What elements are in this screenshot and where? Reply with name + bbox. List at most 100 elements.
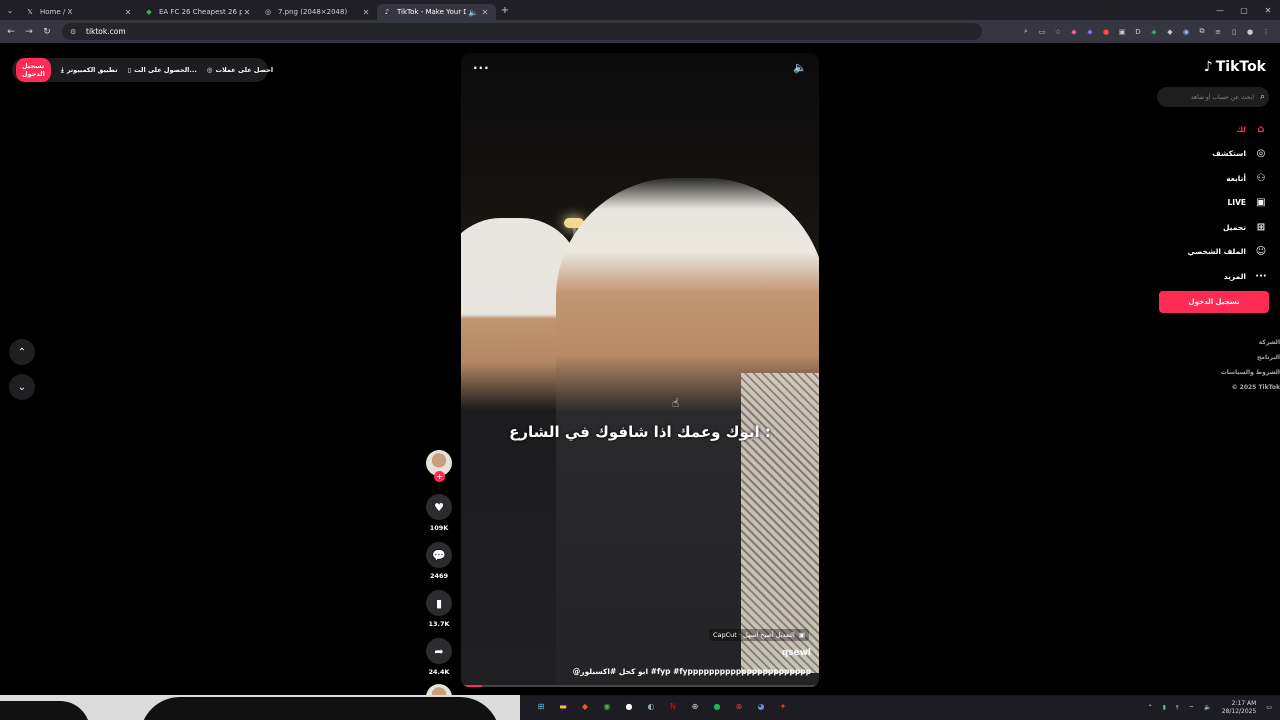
follow-plus-icon[interactable]: + [434, 471, 445, 482]
minimize-icon[interactable]: — [1208, 0, 1232, 20]
close-icon[interactable]: ✕ [242, 8, 252, 17]
tab-tiktok[interactable]: ♪ TikTok - Make Your Day 🔈 ✕ [377, 4, 496, 20]
extension-red-icon[interactable]: ● [1098, 24, 1114, 40]
tray-app-icon[interactable]: ▮ [1163, 704, 1166, 711]
media-icon[interactable]: ⊕ [687, 698, 703, 714]
heart-icon: ♥ [434, 500, 444, 514]
extension-shield-icon[interactable]: ◆ [1082, 24, 1098, 40]
close-window-icon[interactable]: ✕ [1256, 0, 1280, 20]
clock[interactable]: 2:17 AM 28/12/2025 [1222, 700, 1257, 716]
tray-chevron-icon[interactable]: ⌃ [1148, 704, 1153, 711]
tab-image[interactable]: ◎ 7.png (2048×2048) ✕ [258, 4, 377, 20]
sidebar-item-more[interactable]: المزيد ··· [1224, 264, 1268, 289]
footer-terms-link[interactable]: الشروط والسياسات [1221, 365, 1280, 380]
close-icon[interactable]: ✕ [123, 8, 133, 17]
like-button[interactable]: ♥ [426, 494, 452, 520]
tab-futbin[interactable]: ◆ EA FC 26 Cheapest 26 players | ✕ [139, 4, 258, 20]
window-controls: — ▢ ✕ [1208, 0, 1280, 20]
tiktok-logo[interactable]: ♪ TikTok [1204, 59, 1266, 75]
profile-avatar-icon[interactable]: ● [1242, 24, 1258, 40]
volume-tray-icon[interactable]: 🔈 [1204, 704, 1211, 711]
get-tv-app-link[interactable]: ▯ الحصول على الت... [128, 66, 197, 74]
save-count: 13.7K [428, 620, 450, 628]
sidebar-login-button[interactable]: تسجيل الدخول [1159, 291, 1269, 313]
sidepanel-icon[interactable]: ▯ [1226, 24, 1242, 40]
extensions-puzzle-icon[interactable]: ⧉ [1194, 24, 1210, 40]
capcut-badge[interactable]: CapCut · التعديل أصبح أسهل ▣ [708, 629, 809, 641]
next-video-button[interactable]: ⌄ [9, 374, 35, 400]
more-options-icon[interactable]: ··· [473, 61, 490, 75]
sidebar-item-profile[interactable]: الملف الشخصي ☺ [1188, 240, 1268, 265]
wallpaper-strip [0, 695, 520, 720]
top-login-button[interactable]: تسجيل الدخول [16, 58, 51, 82]
url-input[interactable]: ⚙ tiktok.com [62, 23, 982, 40]
volume-icon[interactable]: 🔈 [793, 61, 807, 74]
author-avatar[interactable]: + [426, 450, 452, 482]
extension-eye-icon[interactable]: ◉ [1178, 24, 1194, 40]
share-button[interactable]: ➦ [426, 638, 452, 664]
extension-green-icon[interactable]: ◈ [1146, 24, 1162, 40]
tab-home-x[interactable]: 𝕏 Home / X ✕ [20, 4, 139, 20]
sidebar-item-upload[interactable]: تحميل ⊞ [1223, 215, 1268, 240]
tab-title: 7.png (2048×2048) [278, 8, 348, 16]
tab-search-icon[interactable]: ⌄ [0, 0, 20, 20]
upload-icon: ⊞ [1256, 221, 1266, 233]
sidebar-item-for-you[interactable]: لك ⌂ [1236, 117, 1268, 142]
video-player[interactable]: ابوك وعمك اذا شافوك في الشارع : ··· 🔈 Ca… [461, 53, 819, 687]
get-coins-link[interactable]: ◎ احصل على عملات [207, 66, 273, 74]
notification-icon[interactable]: ▭ [1266, 704, 1272, 711]
netflix-icon[interactable]: N [665, 698, 681, 714]
github-icon[interactable]: ● [621, 698, 637, 714]
maximize-icon[interactable]: ▢ [1232, 0, 1256, 20]
video-author[interactable]: qsewl [782, 648, 811, 658]
sidebar-item-label: أتابعه [1226, 173, 1246, 183]
cast-icon[interactable]: ▭ [1034, 24, 1050, 40]
forward-icon[interactable]: → [20, 23, 38, 41]
sidebar-item-live[interactable]: LIVE ▣ [1228, 191, 1269, 216]
footer-company-link[interactable]: الشركة [1259, 335, 1280, 350]
sidebar-item-label: المزيد [1223, 271, 1246, 281]
menu-kebab-icon[interactable]: ⋮ [1258, 24, 1274, 40]
new-tab-button[interactable]: + [496, 5, 514, 16]
previous-video-button[interactable]: ⌃ [9, 339, 35, 365]
comment-button[interactable]: 💬 [426, 542, 452, 568]
mouse-cursor-icon: ☝ [672, 396, 680, 410]
site-info-icon[interactable]: ⚙ [70, 28, 80, 36]
game-icon[interactable]: ✦ [775, 698, 791, 714]
back-icon[interactable]: ← [2, 23, 20, 41]
file-explorer-icon[interactable]: ▬ [555, 698, 571, 714]
sidebar-item-explore[interactable]: استكشف ◎ [1212, 142, 1268, 167]
sidebar-item-following[interactable]: أتابعه ⚇ [1226, 166, 1268, 191]
discord-icon[interactable]: ◕ [753, 698, 769, 714]
spotify-icon[interactable]: ● [709, 698, 725, 714]
steam-icon[interactable]: ◐ [643, 698, 659, 714]
taskbar-apps: ⊞ ▬ ◆ ◉ ● ◐ N ⊕ ● ⊗ ◕ ✦ [533, 698, 791, 714]
close-icon[interactable]: ✕ [361, 8, 371, 17]
video-progress-bar[interactable] [461, 685, 819, 687]
wifi-icon[interactable]: ⌔ [1189, 704, 1195, 712]
comment-icon: 💬 [432, 548, 446, 562]
search-icon[interactable]: ⌕ [1260, 92, 1265, 102]
app-icon[interactable]: ⊗ [731, 698, 747, 714]
extension-d-icon[interactable]: D [1130, 24, 1146, 40]
get-desktop-app-link[interactable]: ⤓ تطبيق الكمبيوتر [61, 66, 118, 75]
zoom-icon[interactable]: ⌕ [1018, 24, 1034, 40]
extension-pink-icon[interactable]: ◆ [1066, 24, 1082, 40]
close-icon[interactable]: ✕ [480, 8, 490, 17]
extension-diamond-icon[interactable]: ◆ [1162, 24, 1178, 40]
wallpaper-shape [140, 697, 500, 720]
tab-search-icon[interactable]: ≡ [1210, 24, 1226, 40]
footer-program-link[interactable]: البرنامج [1257, 350, 1280, 365]
browser-tab-strip: ⌄ 𝕏 Home / X ✕ ◆ EA FC 26 Cheapest 26 pl… [0, 0, 1280, 20]
start-icon[interactable]: ⊞ [533, 698, 549, 714]
reload-icon[interactable]: ↻ [38, 23, 56, 41]
bookmark-star-icon[interactable]: ☆ [1050, 24, 1066, 40]
speaker-icon[interactable]: 🔈 [466, 8, 480, 17]
brave-icon[interactable]: ◆ [577, 698, 593, 714]
save-button[interactable]: ▮ [426, 590, 452, 616]
usb-icon[interactable]: ⫯ [1176, 704, 1179, 712]
wallpaper-shape [0, 701, 90, 720]
search-input[interactable]: ابحث عن حساب أو شاهد ⌕ [1157, 87, 1269, 107]
extension-box-icon[interactable]: ▣ [1114, 24, 1130, 40]
chrome-icon[interactable]: ◉ [599, 698, 615, 714]
